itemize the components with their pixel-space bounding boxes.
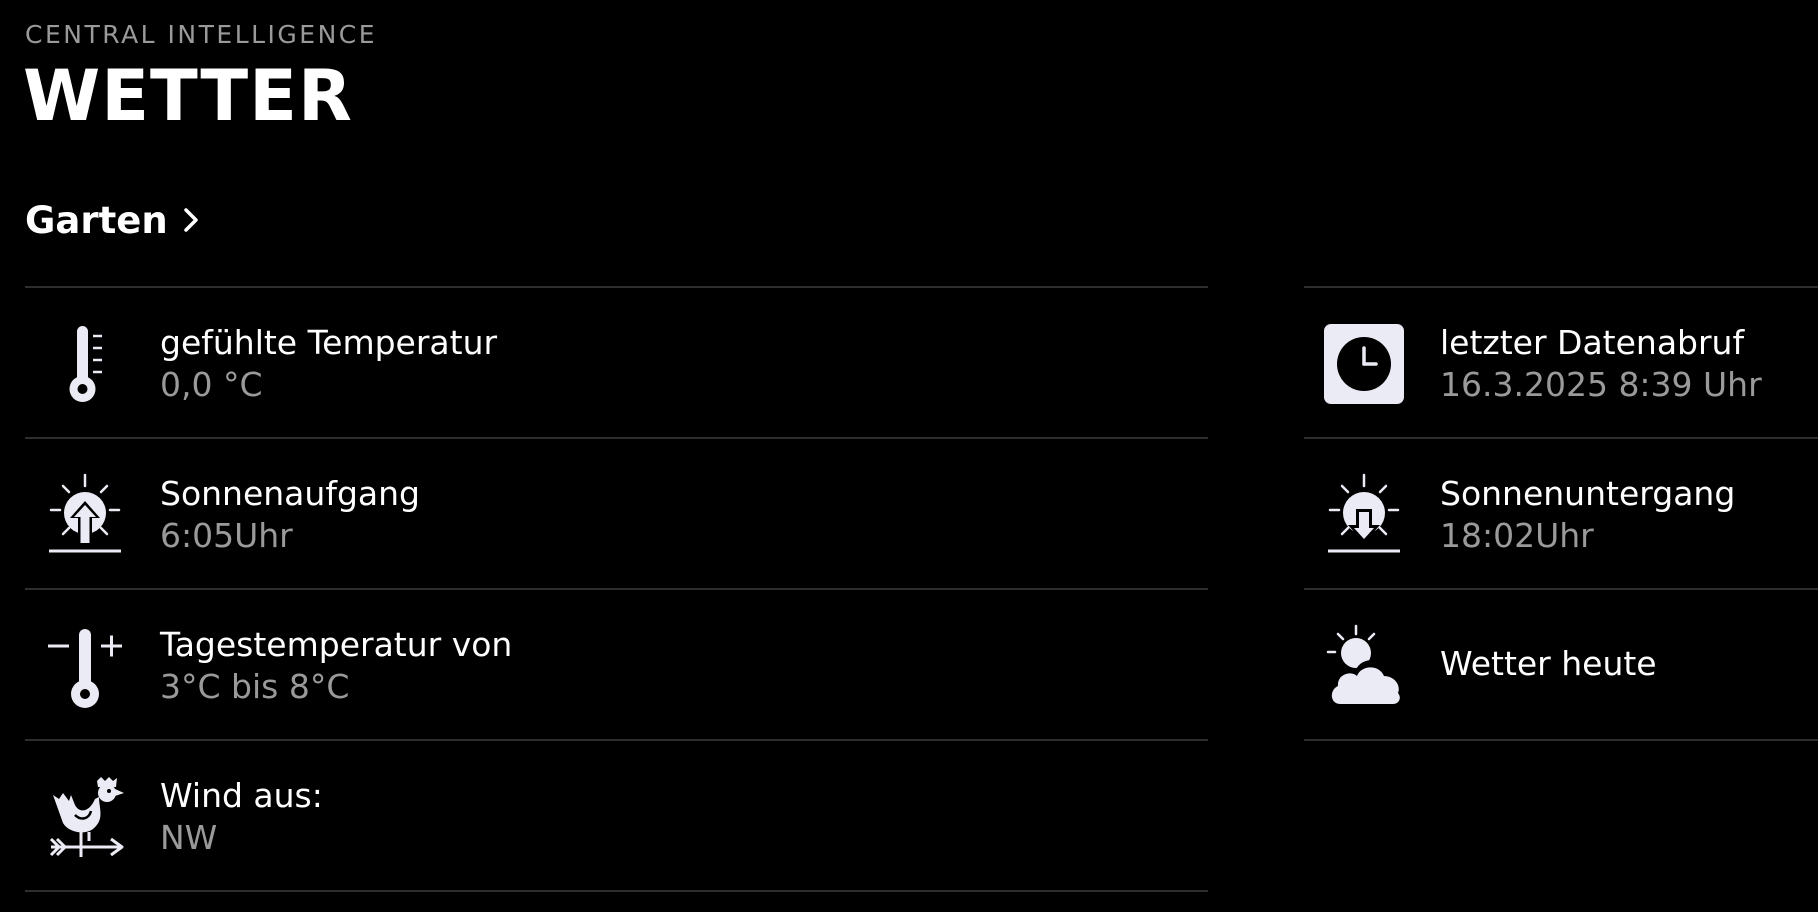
thermometer-range-icon [45,624,125,708]
list-item-text: Sonnenuntergang 18:02Uhr [1440,473,1735,557]
sunset-icon [1324,473,1404,557]
list-item-text: Wind aus: NW [160,775,323,859]
location-selector[interactable]: Garten [25,196,200,244]
list-item-felt-temperature[interactable]: gefühlte Temperatur 0,0 °C [25,286,1208,437]
list-item-label: Tagestemperatur von [160,625,513,664]
eyebrow-label: CENTRAL INTELLIGENCE [25,20,378,49]
list-item-text: Sonnenaufgang 6:05Uhr [160,473,420,557]
list-item-wind[interactable]: Wind aus: NW [25,739,1208,892]
sunrise-icon [45,473,125,557]
list-item-label: gefühlte Temperatur [160,323,498,362]
list-item-label: Wind aus: [160,776,323,815]
list-item-text: Tagestemperatur von 3°C bis 8°C [160,624,512,708]
list-item-label: Sonnenaufgang [160,474,420,513]
partly-cloudy-icon [1324,624,1404,708]
list-item-label: Sonnenuntergang [1440,474,1736,513]
list-item-day-temperature[interactable]: Tagestemperatur von 3°C bis 8°C [25,588,1208,739]
location-label: Garten [25,198,168,242]
list-item-text: Wetter heute [1440,643,1657,685]
list-item-last-fetch[interactable]: letzter Datenabruf 16.3.2025 8:39 Uhr [1304,286,1818,437]
list-item-value: 6:05Uhr [160,516,293,555]
list-item-text: gefühlte Temperatur 0,0 °C [160,322,497,406]
thermometer-icon [45,322,125,406]
list-item-text: letzter Datenabruf 16.3.2025 8:39 Uhr [1440,322,1762,406]
clock-icon [1324,322,1404,406]
weather-details-right: letzter Datenabruf 16.3.2025 8:39 Uhr So… [1304,286,1818,741]
list-item-label: Wetter heute [1440,644,1657,683]
list-item-value: NW [160,818,218,857]
page-title: WETTER [23,55,353,137]
list-item-label: letzter Datenabruf [1440,323,1745,362]
list-item-value: 18:02Uhr [1440,516,1594,555]
weather-details-left: gefühlte Temperatur 0,0 °C Sonnenaufgang… [25,286,1208,892]
chevron-right-icon [182,206,200,234]
list-item-value: 0,0 °C [160,365,263,404]
weathervane-rooster-icon [45,775,125,859]
list-item-value: 16.3.2025 8:39 Uhr [1440,365,1762,404]
list-item-sunset[interactable]: Sonnenuntergang 18:02Uhr [1304,437,1818,588]
list-item-value: 3°C bis 8°C [160,667,350,706]
list-item-sunrise[interactable]: Sonnenaufgang 6:05Uhr [25,437,1208,588]
list-item-weather-today[interactable]: Wetter heute [1304,588,1818,741]
